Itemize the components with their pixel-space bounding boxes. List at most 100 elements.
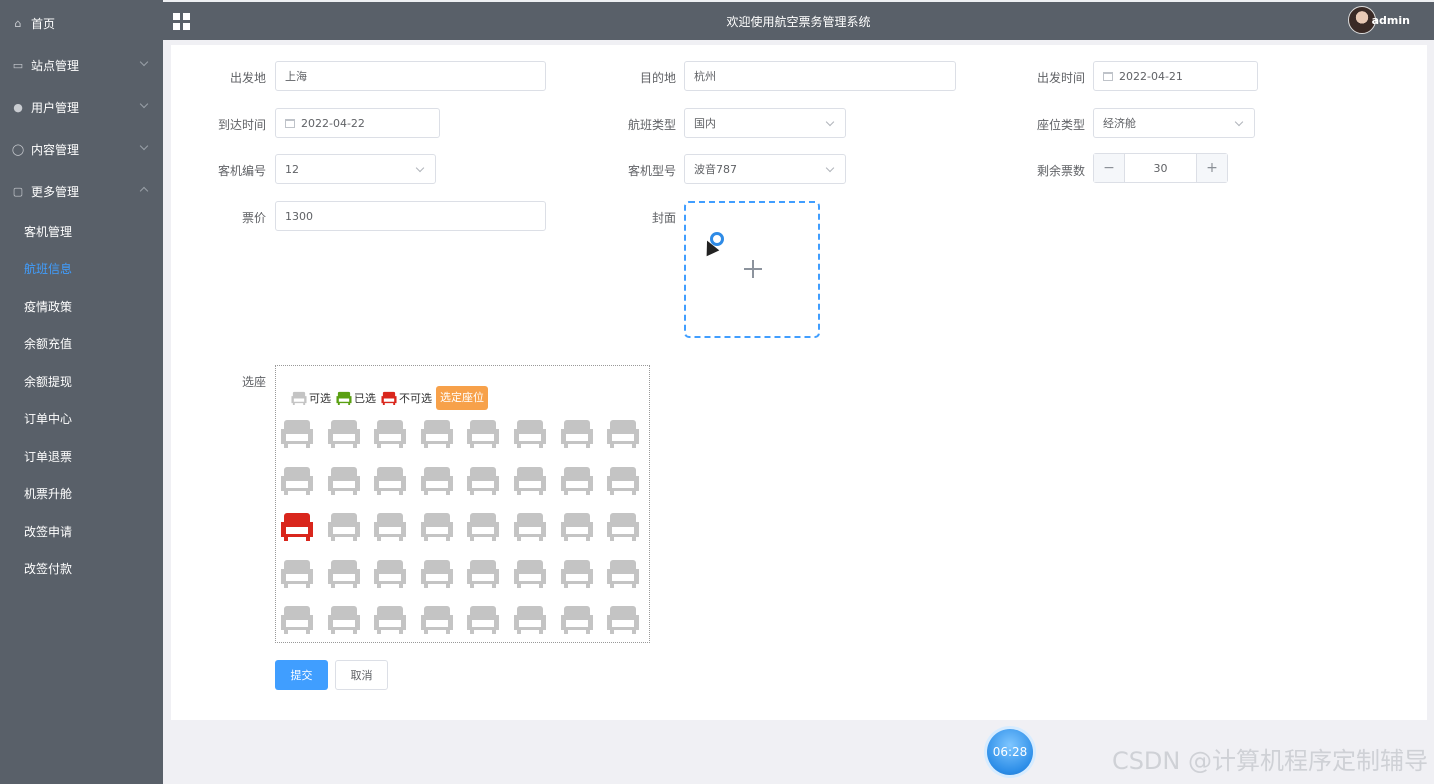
sidebar-item-label: 更多管理 bbox=[31, 184, 80, 199]
chevron-down-icon bbox=[139, 141, 149, 151]
sidebar-item-home[interactable]: ⌂ 首页 bbox=[0, 4, 163, 42]
origin-label: 出发地 bbox=[229, 71, 266, 85]
seat-selected-icon bbox=[336, 391, 352, 406]
seat-available[interactable] bbox=[560, 509, 594, 543]
seat-icon bbox=[514, 559, 546, 588]
sidebar-item-label: 站点管理 bbox=[31, 58, 80, 73]
sidebar-subitem-orders[interactable]: 订单中心 bbox=[0, 399, 163, 437]
seat-icon bbox=[607, 559, 640, 588]
cancel-button[interactable]: 取消 bbox=[335, 660, 388, 690]
seat-available[interactable] bbox=[327, 509, 361, 543]
seat-available[interactable] bbox=[280, 602, 314, 636]
seat-available[interactable] bbox=[327, 602, 361, 636]
chevron-down-icon bbox=[825, 117, 835, 127]
sidebar-subitem-withdraw[interactable]: 余额提现 bbox=[0, 362, 163, 400]
arrive-time-label: 到达时间 bbox=[217, 118, 266, 132]
seat-available[interactable] bbox=[420, 602, 454, 636]
seat-available[interactable] bbox=[606, 602, 640, 636]
seat-available[interactable] bbox=[466, 509, 500, 543]
seat-available[interactable] bbox=[280, 556, 314, 590]
seat-icon bbox=[327, 513, 360, 541]
aircraft-no-select[interactable]: 12 bbox=[275, 154, 436, 184]
price-input[interactable]: 1300 bbox=[275, 201, 546, 231]
seat-icon bbox=[281, 559, 313, 588]
seat-available[interactable] bbox=[280, 463, 314, 497]
seat-available[interactable] bbox=[280, 416, 314, 450]
chevron-down-icon bbox=[139, 57, 149, 67]
seat-type-select[interactable]: 经济舱 bbox=[1093, 108, 1255, 138]
seat-available[interactable] bbox=[560, 556, 594, 590]
username[interactable]: admin bbox=[1372, 14, 1410, 27]
seat-icon bbox=[467, 606, 500, 634]
origin-input[interactable]: 上海 bbox=[275, 61, 546, 91]
aircraft-model-select[interactable]: 波音787 bbox=[684, 154, 846, 184]
seat-available[interactable] bbox=[327, 463, 361, 497]
chevron-down-icon bbox=[825, 163, 835, 173]
arrive-time-input[interactable]: 2022-04-22 bbox=[275, 108, 440, 138]
seat-icon bbox=[374, 420, 407, 448]
seat-available[interactable] bbox=[466, 556, 500, 590]
seat-available[interactable] bbox=[420, 416, 454, 450]
submit-button[interactable]: 提交 bbox=[275, 660, 328, 690]
seat-available[interactable] bbox=[513, 463, 547, 497]
sidebar-item-stations[interactable]: ▭ 站点管理 bbox=[0, 46, 163, 84]
tickets-left-label: 剩余票数 bbox=[1036, 164, 1085, 178]
seat-available[interactable] bbox=[420, 509, 454, 543]
seat-available[interactable] bbox=[373, 556, 407, 590]
seat-available[interactable] bbox=[327, 556, 361, 590]
increment-button[interactable]: + bbox=[1197, 154, 1227, 182]
sidebar-item-more[interactable]: ▢ 更多管理 bbox=[0, 172, 163, 210]
seat-available[interactable] bbox=[466, 416, 500, 450]
seat-available[interactable] bbox=[327, 416, 361, 450]
seat-icon bbox=[560, 606, 593, 634]
seat-available[interactable] bbox=[373, 416, 407, 450]
sidebar-subitem-change-apply[interactable]: 改签申请 bbox=[0, 512, 163, 550]
seat-available[interactable] bbox=[373, 509, 407, 543]
seat-available[interactable] bbox=[560, 416, 594, 450]
timer-badge[interactable]: 06:28 bbox=[987, 729, 1033, 775]
seat-icon bbox=[467, 466, 500, 495]
depart-time-input[interactable]: 2022-04-21 bbox=[1093, 61, 1258, 91]
aircraft-no-label: 客机编号 bbox=[217, 164, 266, 178]
seat-available[interactable] bbox=[420, 556, 454, 590]
tickets-left-input[interactable]: 30 bbox=[1124, 154, 1197, 182]
seat-available[interactable] bbox=[513, 556, 547, 590]
seat-available[interactable] bbox=[513, 509, 547, 543]
seat-available[interactable] bbox=[420, 463, 454, 497]
sidebar-subitem-epidemic[interactable]: 疫情政策 bbox=[0, 287, 163, 325]
sidebar-subitem-flights[interactable]: 航班信息 bbox=[0, 249, 163, 287]
seat-available[interactable] bbox=[606, 556, 640, 590]
sidebar-item-users[interactable]: ● 用户管理 bbox=[0, 88, 163, 126]
sidebar-subitem-recharge[interactable]: 余额充值 bbox=[0, 324, 163, 362]
seat-available[interactable] bbox=[466, 602, 500, 636]
seat-available[interactable] bbox=[466, 463, 500, 497]
seat-available[interactable] bbox=[373, 602, 407, 636]
seat-available[interactable] bbox=[560, 602, 594, 636]
seat-unavailable-icon bbox=[381, 391, 397, 406]
chevron-down-icon bbox=[139, 99, 149, 109]
seat-available[interactable] bbox=[373, 463, 407, 497]
seat-available[interactable] bbox=[560, 463, 594, 497]
flight-type-select[interactable]: 国内 bbox=[684, 108, 846, 138]
seat-available[interactable] bbox=[606, 463, 640, 497]
destination-input[interactable]: 杭州 bbox=[684, 61, 956, 91]
seat-icon bbox=[327, 466, 360, 495]
sidebar-subitem-change-pay[interactable]: 改签付款 bbox=[0, 549, 163, 587]
sidebar-subitem-refund[interactable]: 订单退票 bbox=[0, 437, 163, 475]
cover-upload[interactable] bbox=[684, 201, 820, 338]
sidebar-item-content[interactable]: ◯ 内容管理 bbox=[0, 130, 163, 168]
calendar-icon bbox=[1103, 71, 1113, 81]
sidebar-subitem-aircraft[interactable]: 客机管理 bbox=[0, 212, 163, 250]
sidebar-subitem-upgrade[interactable]: 机票升舱 bbox=[0, 474, 163, 512]
seat-type-label: 座位类型 bbox=[1036, 118, 1085, 132]
seat-available[interactable] bbox=[513, 416, 547, 450]
seat-available[interactable] bbox=[606, 416, 640, 450]
seat-available[interactable] bbox=[513, 602, 547, 636]
seat-available[interactable] bbox=[606, 509, 640, 543]
price-label: 票价 bbox=[241, 211, 266, 225]
decrement-button[interactable]: − bbox=[1094, 154, 1124, 182]
seat-icon bbox=[560, 513, 593, 541]
seat-label: 选座 bbox=[241, 375, 266, 389]
seat-legend: 可选 已选 不可选 选定座位 bbox=[290, 386, 488, 410]
choose-seat-button[interactable]: 选定座位 bbox=[436, 386, 488, 410]
